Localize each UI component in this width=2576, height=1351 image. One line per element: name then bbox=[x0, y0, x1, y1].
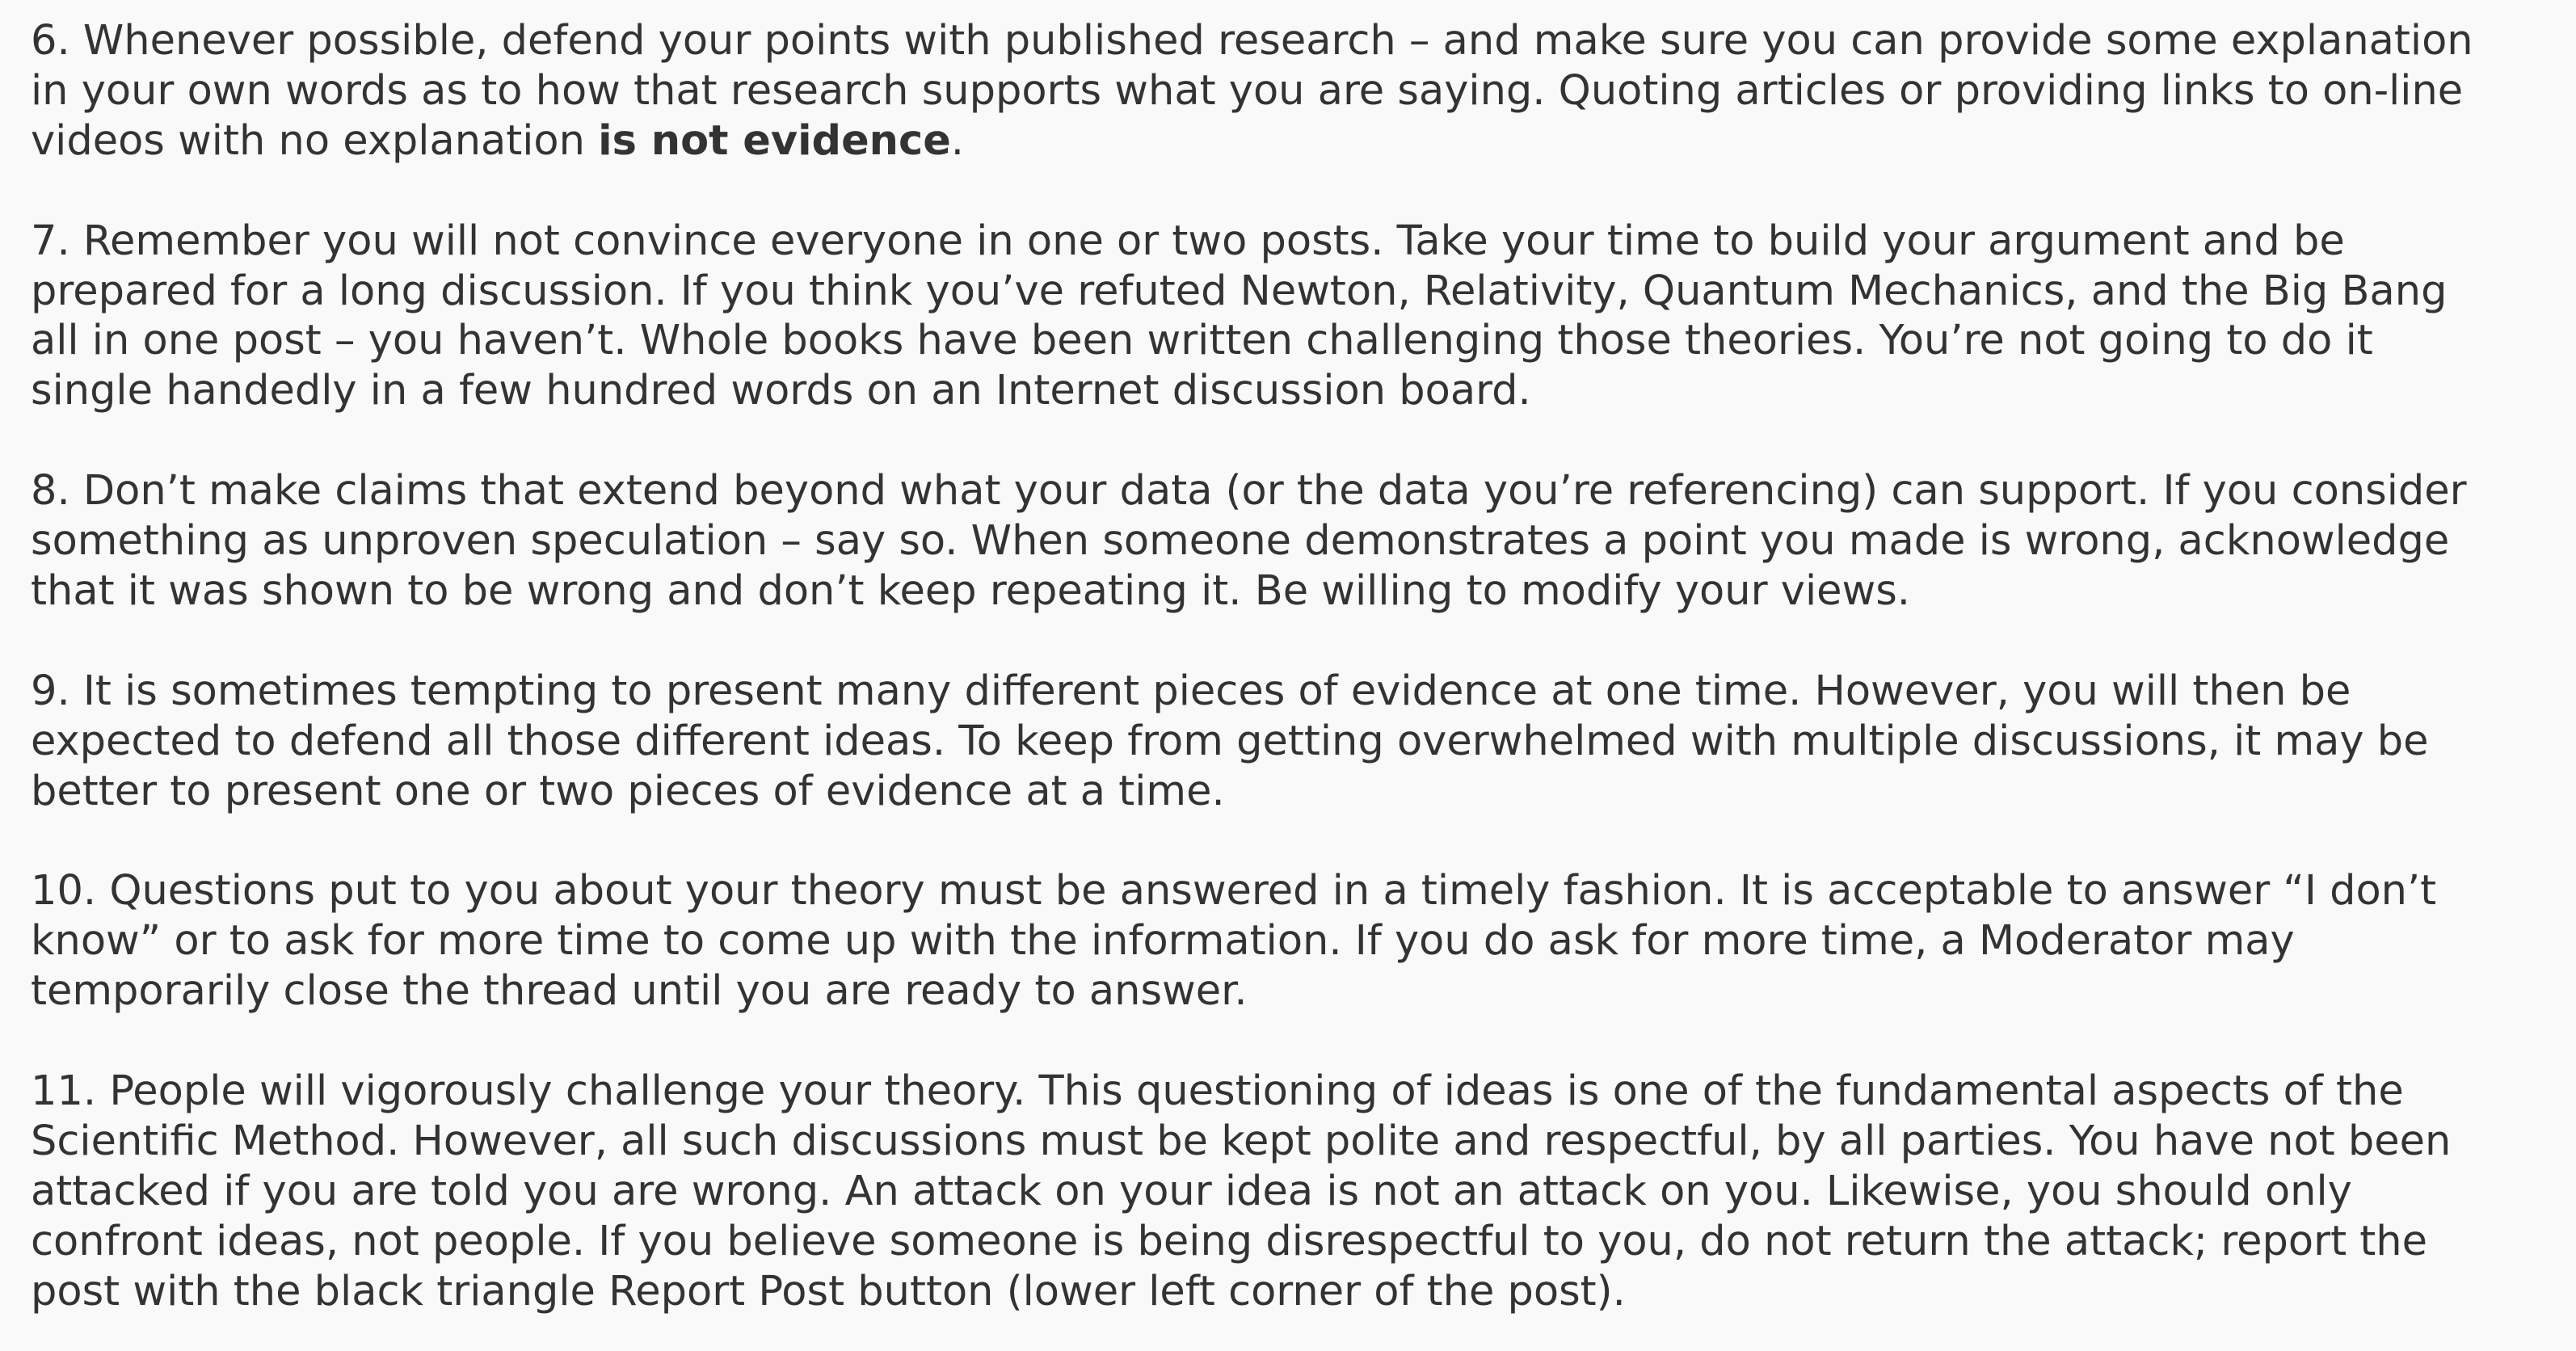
emphasis-text: is not evidence bbox=[598, 116, 951, 165]
rule-line: confront ideas, not people. If you belie… bbox=[31, 1217, 2427, 1265]
rule-line: Scientific Method. However, all such dis… bbox=[31, 1117, 2452, 1165]
rule-line: 11. People will vigorously challenge you… bbox=[31, 1067, 2404, 1115]
rule-line: temporarily close the thread until you a… bbox=[31, 967, 1248, 1016]
rule-line: 9. It is sometimes tempting to present m… bbox=[31, 667, 2351, 715]
rule-9: 9. It is sometimes tempting to present m… bbox=[31, 667, 2552, 817]
rule-line: something as unproven speculation – say … bbox=[31, 517, 2450, 566]
rule-8: 8. Don’t make claims that extend beyond … bbox=[31, 466, 2552, 617]
rule-7: 7. Remember you will not convince everyo… bbox=[31, 217, 2552, 417]
rule-line: 10. Questions put to you about your theo… bbox=[31, 867, 2437, 915]
rule-line: 6. Whenever possible, defend your points… bbox=[31, 17, 2473, 65]
rule-text: videos with no explanation bbox=[31, 116, 599, 165]
rule-line: all in one post – you haven’t. Whole boo… bbox=[31, 317, 2373, 365]
rule-line: prepared for a long discussion. If you t… bbox=[31, 267, 2448, 315]
rule-line: that it was shown to be wrong and don’t … bbox=[31, 566, 1910, 615]
rule-line: post with the black triangle Report Post… bbox=[31, 1267, 1626, 1315]
rule-11: 11. People will vigorously challenge you… bbox=[31, 1067, 2552, 1317]
rule-text: . bbox=[950, 116, 965, 165]
rule-line: 7. Remember you will not convince everyo… bbox=[31, 217, 2345, 265]
rule-line: in your own words as to how that researc… bbox=[31, 66, 2464, 115]
rule-line: know” or to ask for more time to come up… bbox=[31, 917, 2295, 966]
rule-10: 10. Questions put to you about your theo… bbox=[31, 866, 2552, 1016]
rule-line: better to present one or two pieces of e… bbox=[31, 767, 1225, 815]
rule-line: attacked if you are told you are wrong. … bbox=[31, 1167, 2352, 1215]
rule-line: single handedly in a few hundred words o… bbox=[31, 367, 1531, 415]
rule-line: videos with no explanation is not eviden… bbox=[31, 116, 2552, 166]
rule-line: 8. Don’t make claims that extend beyond … bbox=[31, 467, 2467, 516]
rule-line: expected to defend all those different i… bbox=[31, 717, 2429, 765]
rules-text-body: 6. Whenever possible, defend your points… bbox=[31, 16, 2552, 1316]
rule-6: 6. Whenever possible, defend your points… bbox=[31, 16, 2552, 166]
